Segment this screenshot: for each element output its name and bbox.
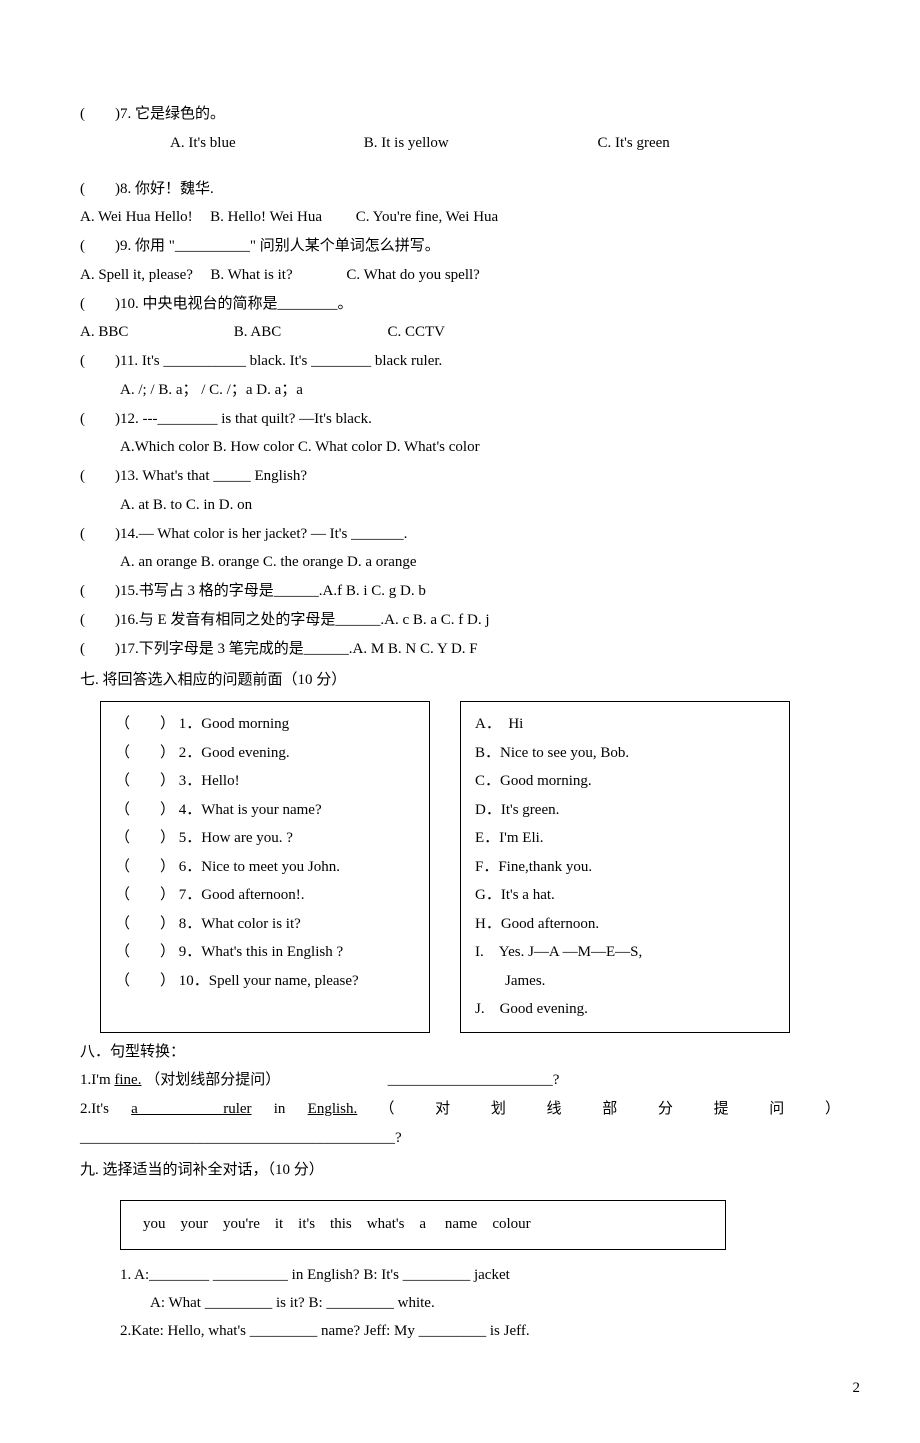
q8-stem: ( )8. 你好！魏华.	[80, 176, 840, 204]
match-a-a[interactable]: A． Hi	[475, 710, 775, 739]
q8-options: A. Wei Hua Hello! B. Hello! Wei Hua C. Y…	[80, 204, 840, 232]
s8-q2-w10: 提	[714, 1101, 747, 1117]
matching-questions-box: （ ） 1．Good morning （ ） 2．Good evening. （…	[100, 701, 430, 1033]
q9-options: A. Spell it, please? B. What is it? C. W…	[80, 262, 840, 290]
s8-q2-underlined: a ruler	[131, 1101, 251, 1117]
match-a-e[interactable]: E．I'm Eli.	[475, 824, 775, 853]
q14-stem: ( )14.— What color is her jacket? — It's…	[80, 521, 840, 549]
dialogue-1-b[interactable]: A: What _________ is it? B: _________ wh…	[150, 1290, 840, 1318]
q9-opt-a[interactable]: A. Spell it, please?	[80, 262, 193, 290]
match-a-c[interactable]: C．Good morning.	[475, 767, 775, 796]
section-8-title: 八．句型转换：	[80, 1039, 840, 1067]
q8-opt-c[interactable]: C. You're fine, Wei Hua	[356, 204, 498, 232]
q9-opt-c[interactable]: C. What do you spell?	[346, 262, 479, 290]
section-7-title: 七. 将回答选入相应的问题前面（10 分）	[80, 667, 840, 695]
q11-options[interactable]: A. /; / B. a； / C. /；a D. a；a	[120, 377, 840, 405]
q7-options: A. It's blue B. It is yellow C. It's gre…	[170, 130, 840, 158]
q10-options: A. BBC B. ABC C. CCTV	[80, 319, 840, 347]
s8-q2-w12: ）	[825, 1101, 840, 1117]
word-bank-text: you your you're it it's this what's a na…	[143, 1216, 531, 1232]
match-a-i2: James.	[475, 967, 775, 996]
s8-q1-blank[interactable]: ______________________?	[388, 1072, 560, 1088]
q13-options[interactable]: A. at B. to C. in D. on	[120, 492, 840, 520]
q7-opt-b[interactable]: B. It is yellow	[364, 130, 594, 158]
s8-q2-w2: in	[274, 1101, 286, 1117]
s8-q1-instr: （对划线部分提问）	[145, 1072, 280, 1088]
dialogue-2[interactable]: 2.Kate: Hello, what's _________ name? Je…	[120, 1318, 840, 1346]
s8-q2-w6: 划	[491, 1101, 524, 1117]
s8-q2-w5: 对	[435, 1101, 468, 1117]
q8-opt-a[interactable]: A. Wei Hua Hello!	[80, 204, 193, 232]
q10-opt-a[interactable]: A. BBC	[80, 319, 230, 347]
q7-stem: ( )7. 它是绿色的。	[80, 101, 840, 129]
match-a-i1[interactable]: I. Yes. J—A —M—E—S,	[475, 938, 775, 967]
s8-q2-w4: （	[379, 1101, 412, 1117]
match-a-h[interactable]: H．Good afternoon.	[475, 910, 775, 939]
q7-opt-c[interactable]: C. It's green	[598, 135, 670, 151]
q10-opt-b[interactable]: B. ABC	[234, 319, 384, 347]
match-q-6[interactable]: （ ） 6．Nice to meet you John.	[115, 853, 415, 882]
match-q-1[interactable]: （ ） 1．Good morning	[115, 710, 415, 739]
s8-q2-blank[interactable]: ________________________________________…	[80, 1125, 840, 1153]
match-q-8[interactable]: （ ） 8．What color is it?	[115, 910, 415, 939]
s8-q1-pre: 1.I'm	[80, 1072, 114, 1088]
match-q-9[interactable]: （ ） 9．What's this in English ?	[115, 938, 415, 967]
q12-stem: ( )12. ---________ is that quilt? —It's …	[80, 406, 840, 434]
match-q-2[interactable]: （ ） 2．Good evening.	[115, 739, 415, 768]
match-a-f[interactable]: F．Fine,thank you.	[475, 853, 775, 882]
s8-q2-line1[interactable]: 2.It's a ruler in English. （ 对 划 线 部 分 提…	[80, 1096, 840, 1124]
q12-options[interactable]: A.Which color B. How color C. What color…	[120, 434, 840, 462]
match-q-10[interactable]: （ ） 10．Spell your name, please?	[115, 967, 415, 996]
match-q-3[interactable]: （ ） 3．Hello!	[115, 767, 415, 796]
match-q-5[interactable]: （ ） 5．How are you. ?	[115, 824, 415, 853]
match-q-4[interactable]: （ ） 4．What is your name?	[115, 796, 415, 825]
q14-options[interactable]: A. an orange B. orange C. the orange D. …	[120, 549, 840, 577]
match-a-j[interactable]: J. Good evening.	[475, 995, 775, 1024]
q10-opt-c[interactable]: C. CCTV	[388, 324, 446, 340]
match-a-d[interactable]: D．It's green.	[475, 796, 775, 825]
q9-opt-b[interactable]: B. What is it?	[210, 262, 292, 290]
q10-stem: ( )10. 中央电视台的简称是________。	[80, 291, 840, 319]
section-9-title: 九. 选择适当的词补全对话，（10 分）	[80, 1157, 840, 1185]
q7-opt-a[interactable]: A. It's blue	[170, 130, 360, 158]
q16[interactable]: ( )16.与 E 发音有相同之处的字母是______.A. c B. a C.…	[80, 607, 840, 635]
matching-container: （ ） 1．Good morning （ ） 2．Good evening. （…	[80, 701, 840, 1033]
s8-q2-w7: 线	[547, 1101, 580, 1117]
s8-q2-w3: English.	[308, 1101, 358, 1117]
q8-opt-b[interactable]: B. Hello! Wei Hua	[210, 204, 322, 232]
q13-stem: ( )13. What's that _____ English?	[80, 463, 840, 491]
match-a-b[interactable]: B．Nice to see you, Bob.	[475, 739, 775, 768]
q9-stem: ( )9. 你用 "__________" 问别人某个单词怎么拼写。	[80, 233, 840, 261]
s8-q1[interactable]: 1.I'm fine. （对划线部分提问） __________________…	[80, 1067, 840, 1095]
s8-q2-w0: 2.It's	[80, 1101, 109, 1117]
match-q-7[interactable]: （ ） 7．Good afternoon!.	[115, 881, 415, 910]
s8-q1-underlined: fine.	[114, 1072, 141, 1088]
s8-q2-w9: 分	[658, 1101, 691, 1117]
q15[interactable]: ( )15.书写占 3 格的字母是______.A.f B. i C. g D.…	[80, 578, 840, 606]
q11-stem: ( )11. It's ___________ black. It's ____…	[80, 348, 840, 376]
word-bank-box: you your you're it it's this what's a na…	[120, 1200, 726, 1250]
s8-q2-w8: 部	[602, 1101, 635, 1117]
s8-q2-w11: 问	[769, 1101, 802, 1117]
page-number: 2	[80, 1375, 860, 1403]
match-a-g[interactable]: G．It's a hat.	[475, 881, 775, 910]
dialogue-1-a[interactable]: 1. A:________ __________ in English? B: …	[120, 1262, 840, 1290]
q17[interactable]: ( )17.下列字母是 3 笔完成的是______.A. M B. N C. Y…	[80, 636, 840, 664]
matching-answers-box: A． Hi B．Nice to see you, Bob. C．Good mor…	[460, 701, 790, 1033]
